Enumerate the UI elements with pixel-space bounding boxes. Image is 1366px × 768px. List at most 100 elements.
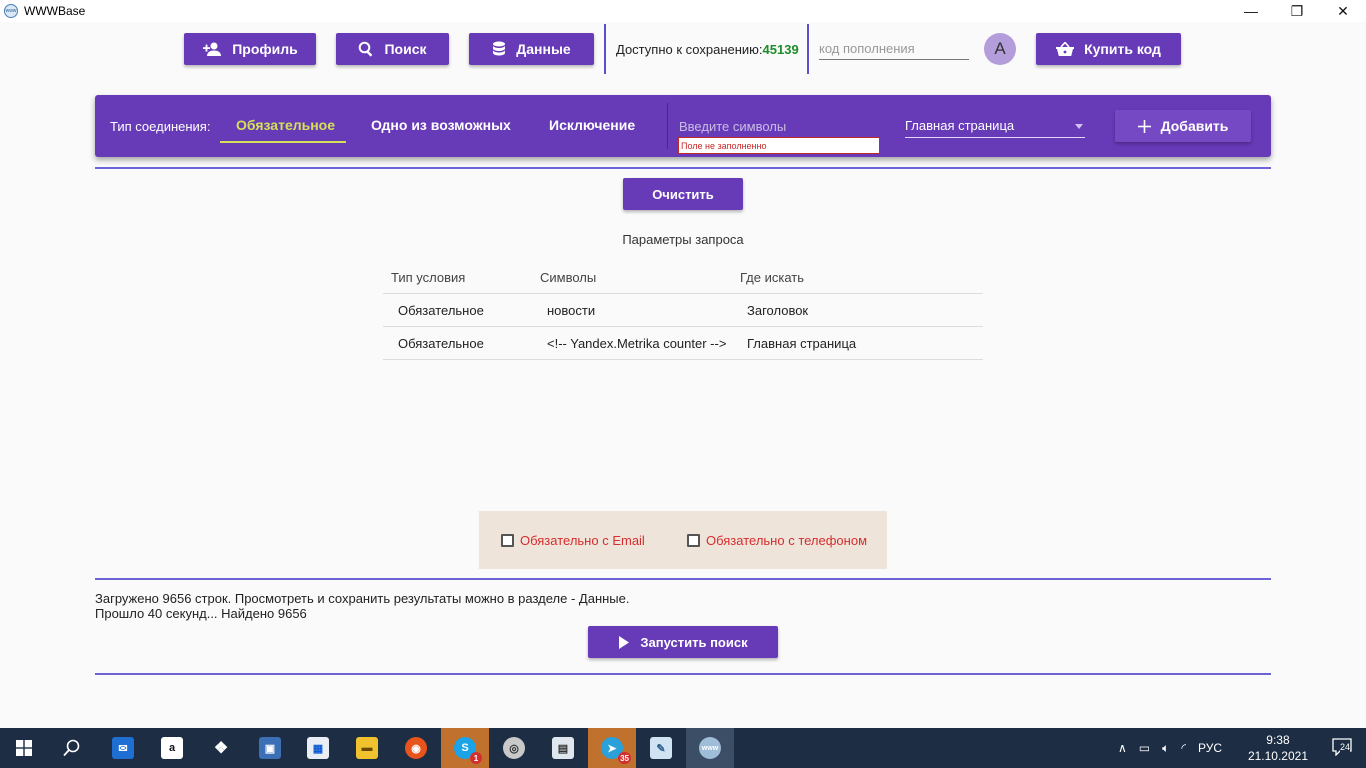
data-button[interactable]: Данные (469, 33, 594, 65)
require-phone-label: Обязательно с телефоном (706, 533, 868, 548)
amazon-icon: a (161, 737, 183, 759)
profile-button[interactable]: Профиль (184, 33, 316, 65)
query-params-title: Параметры запроса (622, 232, 744, 247)
status-line-elapsed: Прошло 40 секунд... Найдено 9656 (95, 606, 307, 621)
firefox-icon: ◉ (405, 737, 427, 759)
windows-taskbar: ✉ a ❖ ▣ ▦ ▬ ◉ S 1 ◎ ▤ ➤ 35 ✎ www ∧ ▭ 🔈︎ … (0, 728, 1366, 768)
header-where-to-search: Где искать (740, 270, 805, 285)
minimize-button[interactable]: — (1228, 0, 1274, 22)
header-condition-type: Тип условия (391, 270, 466, 285)
taskbar-app-monitor[interactable]: ▤ (539, 728, 587, 768)
play-icon (619, 635, 630, 649)
cell-where-to-search: Заголовок (747, 302, 809, 318)
windows-logo-icon (16, 740, 32, 756)
table-header: Тип условия Символы Где искать (383, 262, 983, 294)
taskbar-mail[interactable]: ✉ (99, 728, 147, 768)
taskbar-app-disk[interactable]: ◎ (490, 728, 538, 768)
filter-divider (667, 103, 668, 149)
taskbar-firefox[interactable]: ◉ (392, 728, 440, 768)
network-icon[interactable]: ◜ (1181, 741, 1186, 755)
taskbar-skype[interactable]: S 1 (441, 728, 489, 768)
buy-code-button[interactable]: Купить код (1036, 33, 1181, 65)
window-controls: — ❐ ✕ (1228, 0, 1366, 22)
query-params-table: Тип условия Символы Где искать Обязатель… (383, 262, 983, 360)
require-email-checkbox[interactable]: Обязательно с Email (501, 533, 645, 548)
cell-symbols: <!-- Yandex.Metrika counter --> (547, 335, 727, 351)
taskbar-wwwbase[interactable]: www (686, 728, 734, 768)
run-search-button[interactable]: Запустить поиск (588, 626, 778, 658)
cell-condition-type: Обязательное (398, 302, 484, 318)
mail-icon: ✉ (112, 737, 134, 759)
cell-condition-type: Обязательное (398, 335, 484, 351)
taskbar-amazon[interactable]: a (148, 728, 196, 768)
status-line-loaded: Загружено 9656 строк. Просмотреть и сохр… (95, 591, 630, 606)
dropbox-icon: ❖ (213, 740, 229, 757)
search-icon (359, 41, 373, 57)
connection-type-label: Тип соединения: (110, 119, 211, 134)
taskbar-notes[interactable]: ✎ (637, 728, 685, 768)
volume-muted-icon[interactable]: 🔈︎ (1162, 741, 1169, 756)
start-button[interactable] (0, 728, 48, 768)
data-button-label: Данные (516, 41, 571, 57)
disk-icon: ◎ (503, 737, 525, 759)
table-row[interactable]: Обязательное новости Заголовок (383, 294, 983, 327)
taskbar-explorer[interactable]: ▬ (343, 728, 391, 768)
close-button[interactable]: ✕ (1320, 0, 1366, 22)
taskbar-remote[interactable]: ▣ (246, 728, 294, 768)
status-text: Загружено 9656 строк. Просмотреть и сохр… (95, 591, 630, 621)
avatar[interactable]: A (984, 33, 1016, 65)
taskbar-search-button[interactable] (48, 728, 96, 768)
folder-icon: ▬ (356, 737, 378, 759)
phone-checkbox-box[interactable] (687, 534, 700, 547)
add-button[interactable]: Добавить (1115, 110, 1251, 142)
tab-one-of[interactable]: Одно из возможных (371, 117, 511, 133)
notifications-button[interactable]: 24 (1332, 738, 1352, 758)
toolbar-divider (604, 24, 606, 74)
database-icon (493, 41, 506, 56)
available-to-save: Доступно к сохранению:45139 (616, 42, 799, 57)
divider-line (95, 167, 1271, 169)
symbols-input[interactable] (679, 117, 879, 135)
skype-badge: 1 (470, 752, 482, 764)
cell-where-to-search: Главная страница (747, 335, 857, 351)
clock-date: 21.10.2021 (1247, 749, 1308, 763)
battery-icon[interactable]: ▭ (1139, 741, 1150, 755)
require-phone-checkbox[interactable]: Обязательно с телефоном (687, 533, 867, 548)
taskbar-telegram[interactable]: ➤ 35 (588, 728, 636, 768)
clock-time: 9:38 (1266, 733, 1290, 747)
title-bar: www WWWBase — ❐ ✕ (0, 0, 1366, 22)
tab-exclusion[interactable]: Исключение (549, 117, 635, 133)
chevron-up-icon[interactable]: ∧ (1118, 741, 1127, 755)
available-label: Доступно к сохранению: (616, 42, 763, 57)
window-title: WWWBase (24, 4, 86, 18)
search-button[interactable]: Поиск (336, 33, 449, 65)
required-contacts-panel: Обязательно с Email Обязательно с телефо… (479, 511, 887, 569)
taskbar-store[interactable]: ▦ (294, 728, 342, 768)
clear-button[interactable]: Очистить (623, 178, 743, 210)
query-builder-bar: Тип соединения: Обязательное Одно из воз… (95, 95, 1271, 157)
skype-icon: S 1 (454, 737, 482, 764)
dropdown-caret-icon (1075, 124, 1083, 129)
notes-icon: ✎ (650, 737, 672, 759)
search-location-value: Главная страница (905, 118, 1015, 133)
system-clock[interactable]: 9:38 21.10.2021 (1248, 732, 1308, 764)
code-input[interactable] (819, 38, 969, 60)
basket-icon (1056, 42, 1075, 56)
email-checkbox-box[interactable] (501, 534, 514, 547)
divider-line (95, 578, 1271, 580)
cell-symbols: новости (547, 302, 596, 318)
add-person-icon (203, 42, 222, 56)
search-location-select[interactable]: Главная страница (905, 116, 1085, 138)
telegram-icon: ➤ 35 (601, 737, 631, 764)
require-email-label: Обязательно с Email (520, 533, 645, 548)
language-indicator[interactable]: РУС (1198, 741, 1222, 755)
taskbar-dropbox[interactable]: ❖ (197, 728, 245, 768)
search-icon (63, 739, 80, 757)
plus-icon (1137, 119, 1151, 133)
tab-required[interactable]: Обязательное (236, 117, 335, 133)
buy-code-label: Купить код (1084, 41, 1161, 57)
table-row[interactable]: Обязательное <!-- Yandex.Metrika counter… (383, 327, 983, 360)
header-symbols: Символы (540, 270, 597, 285)
divider-line (95, 673, 1271, 675)
restore-button[interactable]: ❐ (1274, 0, 1320, 22)
